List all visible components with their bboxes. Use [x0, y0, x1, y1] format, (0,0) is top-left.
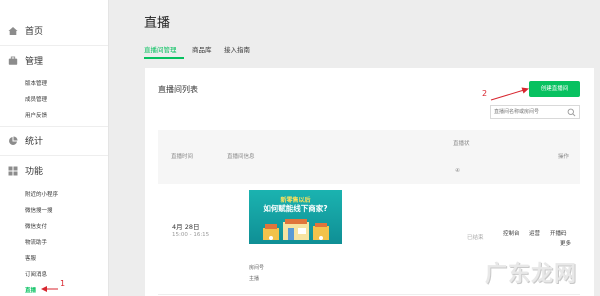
sidebar-item-feedback[interactable]: 用户反馈 — [25, 111, 47, 119]
sidebar-item-service[interactable]: 客服 — [25, 254, 36, 262]
search-icon[interactable] — [567, 108, 576, 117]
store-illustration-icon — [263, 219, 329, 240]
nav-manage-label: 管理 — [25, 57, 44, 67]
page-title: 直播 — [144, 16, 171, 31]
sidebar-item-subscribe[interactable]: 订阅消息 — [25, 270, 47, 278]
sidebar-item-pay[interactable]: 微信支付 — [25, 222, 47, 230]
grid-icon — [8, 166, 18, 176]
sidebar-item-members[interactable]: 成员管理 — [25, 95, 47, 103]
header-status: 直播状 — [453, 141, 470, 147]
tab-access-guide[interactable]: 接入指南 — [224, 44, 250, 54]
nav-stats[interactable]: 统计 — [0, 132, 108, 150]
nav-manage[interactable]: 管理 — [0, 52, 108, 70]
header-time: 直播时间 — [171, 154, 194, 160]
operations-link[interactable]: 运营 — [529, 229, 540, 237]
more-link[interactable]: 更多 — [560, 239, 571, 247]
home-icon — [8, 27, 18, 35]
table-header: 直播时间 直播间信息 直播状 ④ 操作 — [158, 130, 580, 184]
pie-chart-icon — [9, 136, 18, 145]
cover-line2: 如何赋能线下商家? — [263, 204, 328, 213]
divider — [0, 45, 108, 46]
briefcase-icon — [8, 56, 18, 65]
row-date: 4月 28日 — [172, 223, 200, 231]
divider — [0, 155, 108, 156]
nav-stats-label: 统计 — [25, 137, 44, 147]
sidebar-item-nearby[interactable]: 附近的小程序 — [25, 190, 58, 198]
divider — [0, 126, 108, 127]
header-info: 直播间信息 — [227, 154, 255, 160]
annotation-number-1: 1 — [60, 279, 66, 288]
tab-product-library[interactable]: 商品库 — [192, 44, 212, 54]
sidebar-item-live[interactable]: 直播 — [25, 286, 36, 294]
status-help-icon[interactable]: ④ — [455, 168, 460, 174]
anchor-label: 主播 — [249, 276, 260, 282]
nav-features[interactable]: 功能 — [0, 162, 108, 180]
create-live-room-button[interactable]: 创建直播间 — [529, 81, 580, 97]
broadcast-code-link[interactable]: 开播码 — [550, 229, 567, 237]
console-link[interactable]: 控制台 — [503, 229, 520, 237]
sidebar-item-version[interactable]: 版本管理 — [25, 79, 47, 87]
row-time: 15:00 - 16:15 — [172, 232, 210, 238]
tab-live-room-manage[interactable]: 直播间管理 — [144, 44, 177, 54]
sidebar-item-logistics[interactable]: 物流助手 — [25, 238, 47, 246]
live-cover-image[interactable]: 新零售以后 如何赋能线下商家? — [249, 190, 342, 244]
sidebar-item-search[interactable]: 微信搜一搜 — [25, 206, 53, 214]
divider — [158, 294, 580, 295]
room-number-label: 房间号 — [249, 265, 265, 271]
header-ops: 操作 — [558, 154, 570, 160]
active-tab-indicator — [144, 57, 184, 59]
annotation-number-2: 2 — [482, 89, 488, 98]
search-field[interactable] — [490, 105, 580, 119]
nav-home[interactable]: 首页 — [0, 22, 108, 40]
live-status: 已结束 — [467, 235, 484, 241]
search-input[interactable] — [494, 106, 564, 118]
nav-home-label: 首页 — [25, 27, 44, 37]
watermark: 广东龙网 — [485, 261, 578, 287]
card-title: 直播间列表 — [158, 85, 198, 94]
nav-features-label: 功能 — [25, 167, 44, 177]
main-content: 直播 直播间管理 商品库 接入指南 直播间列表 创建直播间 直播时间 直播间信息… — [109, 0, 600, 296]
sidebar: 首页 管理 版本管理 成员管理 用户反馈 统计 功能 附近的小程序 微信搜一搜 … — [0, 0, 109, 296]
